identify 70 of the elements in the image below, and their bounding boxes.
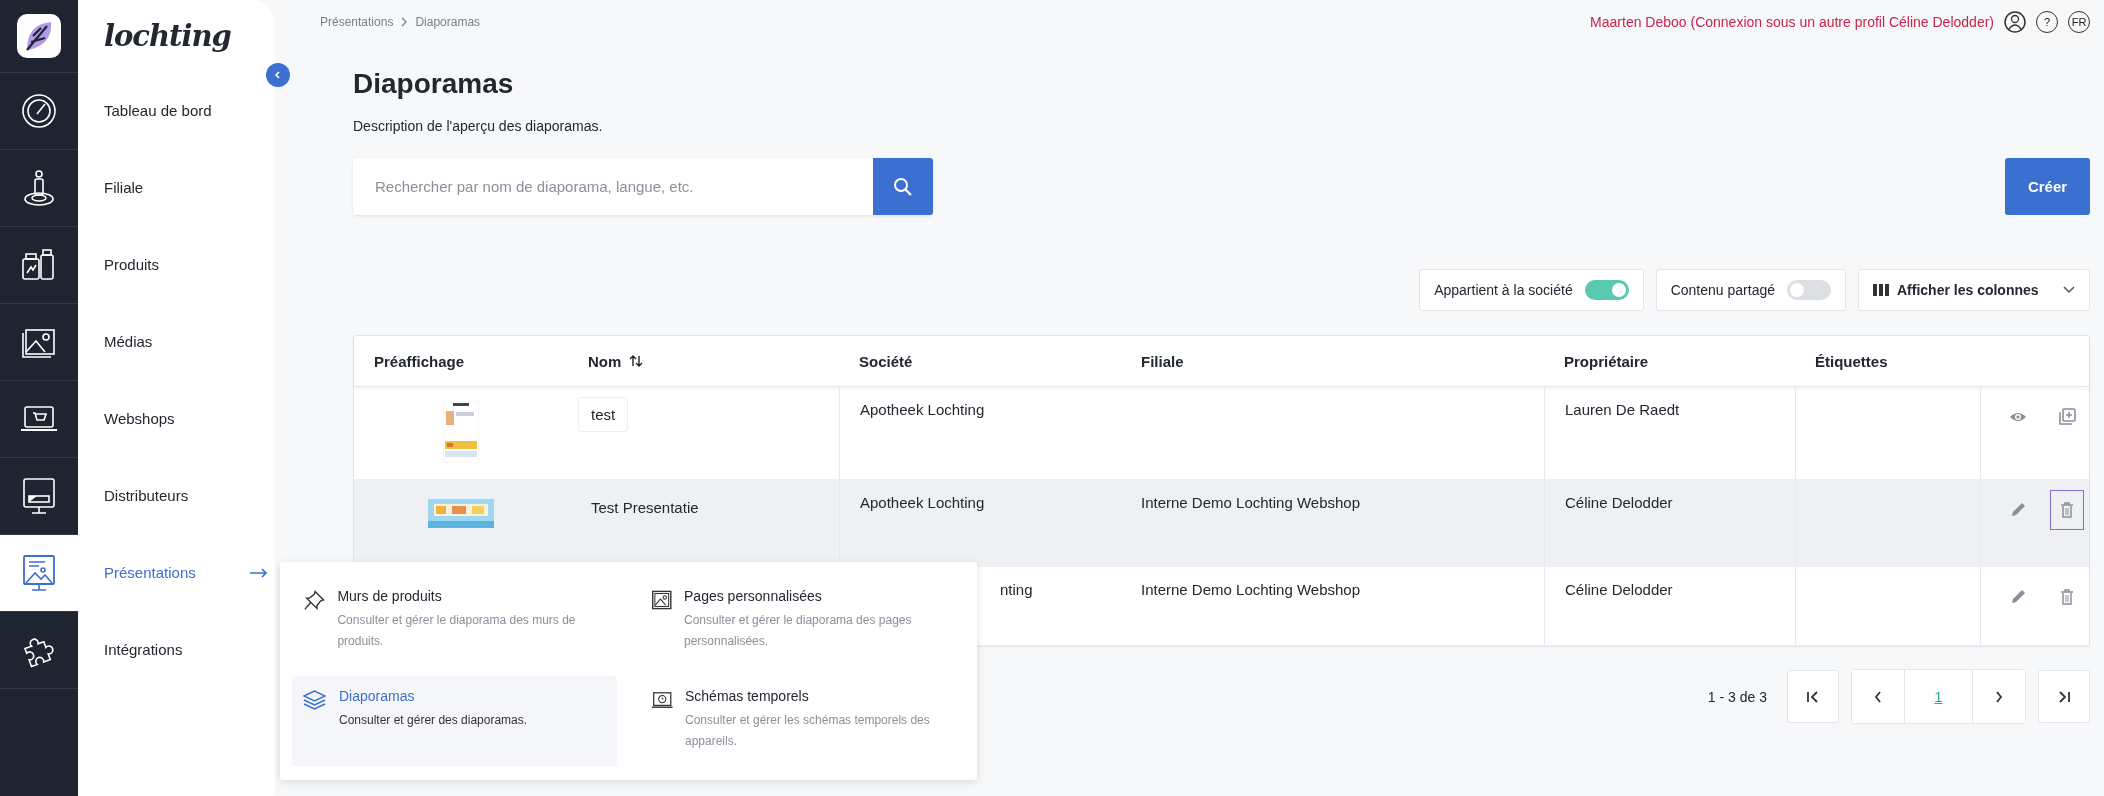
create-button[interactable]: Créer xyxy=(2005,158,2090,215)
company-cell: Apotheek Lochting xyxy=(860,401,985,418)
toggle-label: Appartient à la société xyxy=(1434,282,1573,298)
submenu-description: Consulter et gérer le diaporama des murs de produits. xyxy=(337,612,577,650)
submenu-title: Murs de produits xyxy=(337,588,443,604)
owner-cell: Céline Delodder xyxy=(1565,581,1673,598)
page-description: Description de l'aperçu des diaporamas. xyxy=(353,118,604,134)
nav-item[interactable]: Médias xyxy=(78,303,153,380)
arrow-icon xyxy=(250,567,268,578)
column-header: Filiale xyxy=(1141,352,1184,370)
branch-cell: Interne Demo Lochting Webshop xyxy=(1141,494,1361,511)
owner-cell: Céline Delodder xyxy=(1565,494,1673,511)
page-title: Diaporamas xyxy=(353,68,515,100)
branch-cell: Interne Demo Lochting Webshop xyxy=(1141,581,1361,598)
chevron-right-icon xyxy=(1995,690,2003,703)
columns-dropdown[interactable]: Afficher les colonnes xyxy=(1858,269,2090,311)
column-header: Étiquettes xyxy=(1815,352,1888,370)
nav-item[interactable]: Distributeurs xyxy=(78,457,189,534)
column-header: Propriétaire xyxy=(1564,352,1649,370)
first-page-icon xyxy=(1806,690,1820,703)
toggle-label: Contenu partagé xyxy=(1670,282,1775,298)
submenu-item[interactable]: Schémas temporels Consulter et gérer les schémas temporels des appareils. xyxy=(640,676,965,766)
nav-item[interactable]: Produits xyxy=(78,226,160,303)
submenu-item[interactable]: Pages personnalisées Consulter et gérer le diaporama des pages personnalisées. xyxy=(640,576,965,666)
last-page-icon xyxy=(2057,690,2071,703)
nav-item[interactable]: Filiale xyxy=(78,149,144,226)
toggle-switch[interactable] xyxy=(1584,280,1629,300)
logo-wordmark: lochting xyxy=(104,19,231,53)
nav-item[interactable]: Webshops xyxy=(78,380,175,457)
company-cell: Apotheek Lochting xyxy=(860,494,985,511)
name-field[interactable]: test xyxy=(578,397,629,432)
user-icon[interactable] xyxy=(2004,11,2026,33)
nav-item[interactable]: Intégrations xyxy=(78,611,183,688)
breadcrumb-item[interactable]: Présentations xyxy=(320,15,394,29)
submenu-title: Diaporamas xyxy=(339,688,416,704)
submenu-description: Consulter et gérer les schémas temporels des appareils. xyxy=(685,712,931,750)
chevron-down-icon xyxy=(2063,286,2075,294)
image-icon xyxy=(650,588,672,612)
columns-icon xyxy=(1873,284,1889,296)
logo-icon xyxy=(17,14,61,58)
submenu-item[interactable]: Murs de produits Consulter et gérer le diaporama des murs de produits. xyxy=(292,576,617,666)
breadcrumb-item: Diaporamas xyxy=(415,15,481,29)
company-cell: nting xyxy=(1000,581,1033,598)
nav-item[interactable]: Tableau de bord xyxy=(78,72,212,149)
column-header[interactable]: Nom xyxy=(588,352,622,370)
nav-item[interactable]: Présentations xyxy=(78,534,196,611)
toggle-switch[interactable] xyxy=(1787,280,1831,300)
collapse-button[interactable] xyxy=(266,63,290,87)
user-name[interactable]: Maarten Deboo (Connexion sous un autre profil Céline Delodder) xyxy=(1590,14,1994,30)
pushpin-icon xyxy=(302,588,326,612)
search-button[interactable] xyxy=(873,158,933,215)
column-header: Préaffichage xyxy=(374,352,465,370)
submenu-item[interactable]: Diaporamas Consulter et gérer des diaporamas. xyxy=(292,676,617,766)
chevron-left-icon xyxy=(1874,690,1882,703)
layers-icon xyxy=(302,688,327,712)
submenu-description: Consulter et gérer des diaporamas. xyxy=(339,712,528,729)
gauge-icon xyxy=(19,91,59,131)
submenu-description: Consulter et gérer le diaporama des pages personnalisées. xyxy=(684,612,913,650)
search-field[interactable]: Rechercher par nom de diaporama, langue, etc. xyxy=(353,158,873,215)
sort-icon[interactable] xyxy=(629,354,644,368)
duplicate-icon xyxy=(2056,407,2077,427)
search-icon xyxy=(893,176,913,197)
column-header: Société xyxy=(859,352,913,370)
owner-cell: Lauren De Raedt xyxy=(1565,401,1680,418)
submenu-title: Schémas temporels xyxy=(685,688,810,704)
chevron-right-icon xyxy=(401,17,408,27)
submenu-title: Pages personnalisées xyxy=(684,588,823,604)
trash-button[interactable] xyxy=(2049,490,2084,530)
chevron-left-icon xyxy=(273,70,283,80)
pagination-summary: 1 - 3 de 3 xyxy=(1707,688,1767,705)
